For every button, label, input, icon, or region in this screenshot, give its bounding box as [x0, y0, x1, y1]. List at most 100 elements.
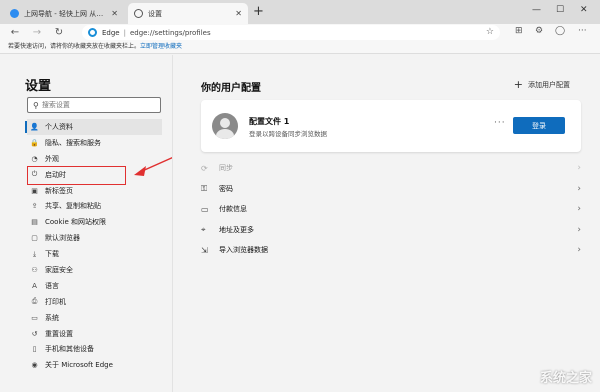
sidebar-item[interactable]: A 语言 [27, 278, 162, 294]
sidebar-item[interactable]: ⚇ 家庭安全 [27, 262, 162, 278]
settings-nav: 👤 个人资料 🔒 隐私、搜索和服务 ◔ 外观 ⏻ 启动时 ▣ 新标签页 ⇪ 共享、复制和粘贴 ▤ Cook… [27, 119, 162, 373]
family-icon: ⚇ [31, 265, 38, 274]
download-icon: ⤓ [32, 249, 37, 258]
sidebar-item-label: 手机和其他设备 [45, 345, 94, 354]
favorites-hint: 若要快速访问，请将你的收藏夹放在收藏夹栏上。 [8, 43, 141, 50]
sidebar-item[interactable]: ⎙ 打印机 [27, 294, 162, 310]
add-profile-button[interactable]: + 添加用户配置 [513, 78, 570, 91]
url-text: edge://settings/profiles [129, 28, 211, 37]
add-profile-label: 添加用户配置 [528, 81, 570, 89]
sidebar-item[interactable]: ▯ 手机和其他设备 [27, 341, 162, 357]
gear-icon [134, 9, 143, 18]
page-title: 设置 [25, 79, 52, 94]
search-icon: ⚲ [33, 100, 39, 110]
search-input[interactable] [41, 101, 152, 109]
new-tab-icon[interactable]: + [253, 4, 264, 20]
settings-row-label: 密码 [219, 184, 233, 193]
cookie-icon: ▤ [31, 218, 38, 227]
sidebar-item-label: 默认浏览器 [45, 234, 80, 243]
settings-row-label: 地址及更多 [219, 225, 254, 234]
share-icon: ⇪ [31, 202, 38, 211]
extensions-icon[interactable]: ⚙ [535, 26, 543, 36]
chevron-right-icon: › [577, 224, 581, 235]
navigation-favicon-icon [10, 9, 19, 18]
sidebar-item[interactable]: ⤓ 下载 [27, 246, 162, 262]
sidebar-item[interactable]: ▭ 系统 [27, 310, 162, 326]
back-icon[interactable]: ← [4, 27, 26, 38]
profile-description: 登录以跨设备同步浏览数据 [249, 130, 327, 138]
sidebar-item[interactable]: ⇪ 共享、复制和粘贴 [27, 198, 162, 214]
sidebar-item-label: 家庭安全 [45, 265, 73, 274]
section-heading: 你的用户配置 [201, 83, 261, 94]
profile-card: 配置文件 1 登录以跨设备同步浏览数据 ··· 登录 [201, 100, 581, 152]
settings-row[interactable]: ⌖ 地址及更多 › [201, 220, 581, 241]
settings-row[interactable]: ⚿ 密码 › [201, 179, 581, 200]
settings-row-label: 付款信息 [219, 205, 247, 214]
more-options-icon[interactable]: ··· [494, 118, 506, 128]
search-box[interactable]: ⚲ [27, 97, 161, 113]
palette-icon: ◔ [31, 154, 38, 163]
chevron-right-icon: › [577, 183, 581, 194]
sidebar-item[interactable]: ◔ 外观 [27, 151, 162, 167]
tab-settings[interactable]: 设置 ✕ [128, 3, 248, 24]
sidebar-item-label: 打印机 [45, 297, 66, 306]
language-icon: A [32, 281, 37, 290]
browser-icon: ▢ [31, 234, 38, 243]
key-icon: ⚿ [201, 183, 208, 193]
sidebar-item-label: 个人资料 [45, 122, 73, 131]
site-label: Edge [102, 28, 120, 37]
settings-row[interactable]: ⇲ 导入浏览器数据 › [201, 240, 581, 261]
card-icon: ▭ [201, 204, 209, 214]
settings-row[interactable]: ⟳ 同步 › [201, 158, 581, 179]
sidebar-item[interactable]: 🔒 隐私、搜索和服务 [27, 135, 162, 151]
tab-title: 设置 [148, 9, 162, 18]
sidebar-item-label: 系统 [45, 313, 59, 322]
reset-icon: ↺ [31, 329, 38, 338]
maximize-icon[interactable]: ☐ [556, 5, 564, 15]
chevron-right-icon: › [577, 163, 581, 174]
sidebar-item-label: 重置设置 [45, 329, 73, 338]
location-icon: ⌖ [201, 224, 206, 234]
refresh-icon[interactable]: ↻ [48, 27, 70, 38]
settings-row[interactable]: ▭ 付款信息 › [201, 199, 581, 220]
sidebar-item-label: 语言 [45, 281, 59, 290]
settings-row-label: 导入浏览器数据 [219, 246, 268, 255]
sidebar-item[interactable]: ◉ 关于 Microsoft Edge [27, 357, 162, 373]
collections-icon[interactable]: ⊞ [515, 26, 523, 36]
sidebar-item-label: 隐私、搜索和服务 [45, 138, 101, 147]
favorites-bar: 若要快速访问，请将你的收藏夹放在收藏夹栏上。立即管理收藏夹 [0, 41, 600, 54]
divider: | [123, 28, 126, 37]
close-icon[interactable]: ✕ [235, 9, 242, 18]
address-bar[interactable]: Edge | edge://settings/profiles ☆ [82, 25, 500, 40]
sidebar-item[interactable]: 👤 个人资料 [27, 119, 162, 135]
window-close-icon[interactable]: ✕ [580, 5, 588, 15]
newtab-icon: ▣ [31, 186, 38, 195]
forward-icon[interactable]: → [26, 27, 48, 38]
more-menu-icon[interactable]: ··· [578, 26, 587, 36]
edge-icon: ◉ [31, 361, 38, 370]
sidebar-item-label: 外观 [45, 154, 59, 163]
phone-icon: ▯ [32, 345, 37, 354]
settings-row-label: 同步 [219, 164, 233, 173]
sign-in-button[interactable]: 登录 [513, 117, 565, 134]
chevron-right-icon: › [577, 245, 581, 256]
annotation-highlight-box [27, 166, 126, 185]
sidebar-item-label: Cookie 和网站权限 [45, 218, 106, 227]
tab-navigation[interactable]: 上网导航 - 轻快上网 从这里开始 ✕ [4, 3, 124, 24]
system-icon: ▭ [31, 313, 38, 322]
profile-icon[interactable]: ◯ [555, 26, 565, 36]
settings-sidebar: 设置 ⚲ 👤个人资料🔒隐私、搜索和服务◔外观⏻启动时▣新标签页⇪共享、复制和粘贴… [0, 55, 172, 392]
sidebar-item[interactable]: ▤ Cookie 和网站权限 [27, 214, 162, 230]
close-icon[interactable]: ✕ [111, 9, 118, 18]
plus-icon: + [513, 78, 523, 91]
favorite-star-icon[interactable]: ☆ [486, 27, 494, 37]
tab-strip: 上网导航 - 轻快上网 从这里开始 ✕ 设置 ✕ + — ☐ ✕ [0, 0, 600, 24]
watermark: 系统之家 [539, 371, 592, 386]
profile-settings-list: ⟳ 同步 › ⚿ 密码 › ▭ 付款信息 › ⌖ 地址及更多 › ⇲ 导入浏览器数据 › [201, 158, 581, 261]
sidebar-item-label: 新标签页 [45, 186, 73, 195]
chevron-right-icon: › [577, 204, 581, 215]
sidebar-item[interactable]: ↺ 重置设置 [27, 326, 162, 342]
minimize-icon[interactable]: — [532, 5, 541, 15]
sidebar-item[interactable]: ▢ 默认浏览器 [27, 230, 162, 246]
manage-favorites-link[interactable]: 立即管理收藏夹 [140, 43, 182, 50]
